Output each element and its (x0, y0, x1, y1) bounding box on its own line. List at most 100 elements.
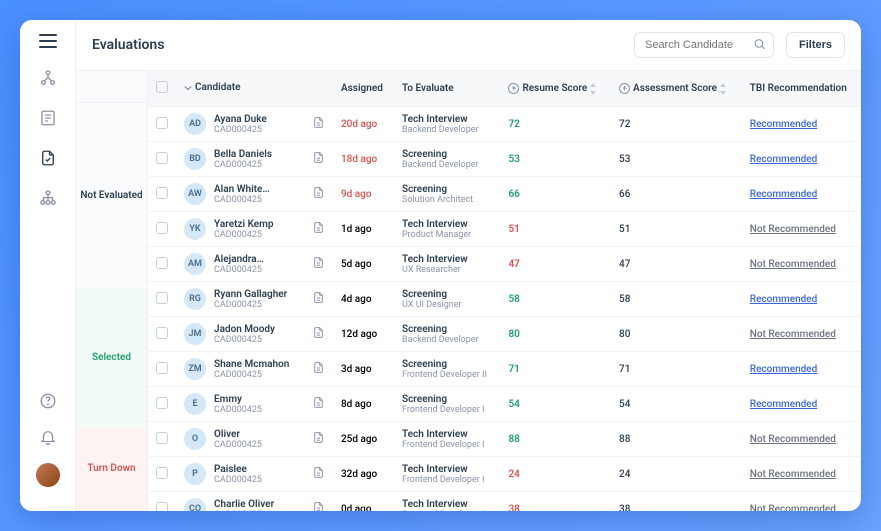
recommendation-link[interactable]: Recommended (750, 364, 818, 375)
evaluation-title: Screening (402, 359, 492, 370)
candidate-avatar: AW (184, 183, 206, 205)
document-icon[interactable] (312, 261, 325, 272)
resume-score: 88 (508, 434, 519, 445)
resume-score: 24 (508, 469, 519, 480)
col-assigned[interactable]: Assigned (333, 71, 394, 107)
recommendation-link[interactable]: Recommended (750, 154, 818, 165)
row-checkbox[interactable] (156, 397, 168, 409)
table-row[interactable]: BDBella DanielsCAD000425 18d ago Screeni… (148, 142, 861, 177)
org-chart-icon[interactable] (38, 188, 58, 208)
resume-score: 58 (508, 294, 519, 305)
document-icon[interactable] (312, 436, 325, 447)
assessment-score: 24 (619, 469, 630, 480)
document-icon[interactable] (312, 401, 325, 412)
candidate-name: Alan White… (214, 184, 270, 195)
table-row[interactable]: ZMShane McmahonCAD000425 3d ago Screenin… (148, 352, 861, 387)
candidate-avatar: O (184, 428, 206, 450)
table-row[interactable]: OOliverCAD000425 25d ago Tech InterviewF… (148, 422, 861, 457)
document-icon[interactable] (312, 121, 325, 132)
document-icon[interactable] (312, 226, 325, 237)
recommendation-link[interactable]: Not Recommended (750, 224, 836, 235)
table-row[interactable]: JMJadon MoodyCAD000425 12d ago Screening… (148, 317, 861, 352)
row-checkbox[interactable] (156, 117, 168, 129)
document-icon[interactable] (312, 156, 325, 167)
table-row[interactable]: AWAlan White…CAD000425 9d ago ScreeningS… (148, 177, 861, 212)
candidate-avatar: E (184, 393, 206, 415)
row-checkbox[interactable] (156, 187, 168, 199)
table-row[interactable]: COCharlie OliverCAD000425 0d ago Tech In… (148, 492, 861, 512)
row-checkbox[interactable] (156, 257, 168, 269)
recommendation-link[interactable]: Recommended (750, 189, 818, 200)
plus-circle-icon[interactable]: + (619, 83, 630, 94)
sort-icon[interactable] (590, 83, 597, 95)
col-assessment-score[interactable]: Assessment Score (633, 83, 717, 94)
sort-icon[interactable] (720, 83, 727, 95)
evaluation-role: Solution Architect (402, 195, 492, 205)
table-row[interactable]: YKYaretzi KempCAD000425 1d ago Tech Inte… (148, 212, 861, 247)
recommendation-link[interactable]: Recommended (750, 119, 818, 130)
document-icon[interactable] (312, 366, 325, 377)
app-window: Evaluations Filters Not Evaluated Select… (20, 20, 861, 511)
document-icon[interactable] (312, 331, 325, 342)
evaluation-role: Frontend Developer II (402, 370, 492, 380)
row-checkbox[interactable] (156, 292, 168, 304)
evaluation-title: Screening (402, 394, 492, 405)
evaluation-role: UX Researcher (402, 265, 492, 275)
row-checkbox[interactable] (156, 327, 168, 339)
candidate-id: CAD000425 (214, 370, 289, 380)
candidate-avatar: CO (184, 498, 206, 511)
recommendation-link[interactable]: Not Recommended (750, 504, 836, 512)
table-row[interactable]: RGRyann GallagherCAD000425 4d ago Screen… (148, 282, 861, 317)
row-checkbox[interactable] (156, 502, 168, 512)
candidate-id: CAD000425 (214, 405, 262, 415)
table-row[interactable]: AMAlejandra…CAD000425 5d ago Tech Interv… (148, 247, 861, 282)
evaluation-title: Screening (402, 149, 492, 160)
candidate-name: Shane Mcmahon (214, 359, 289, 370)
row-checkbox[interactable] (156, 467, 168, 479)
document-icon[interactable] (312, 296, 325, 307)
assigned-time: 18d ago (341, 154, 377, 165)
document-list-icon[interactable] (38, 108, 58, 128)
candidate-avatar: RG (184, 288, 206, 310)
col-tbi[interactable]: TBI Recommendation (742, 71, 861, 107)
table-row[interactable]: ADAyana DukeCAD000425 20d ago Tech Inter… (148, 107, 861, 142)
select-all-checkbox[interactable] (156, 81, 168, 93)
assessment-score: 51 (619, 224, 630, 235)
row-checkbox[interactable] (156, 222, 168, 234)
help-icon[interactable] (38, 391, 58, 411)
candidate-name: Paislee (214, 464, 262, 475)
candidate-id: CAD000425 (214, 125, 267, 135)
filters-button[interactable]: Filters (786, 32, 845, 58)
main-content: Evaluations Filters Not Evaluated Select… (76, 20, 861, 511)
user-avatar[interactable] (36, 463, 60, 487)
search-icon (753, 36, 766, 55)
row-checkbox[interactable] (156, 432, 168, 444)
recommendation-link[interactable]: Recommended (750, 294, 818, 305)
candidate-name: Alejandra… (214, 254, 264, 265)
evaluation-icon[interactable] (38, 148, 58, 168)
table-scroll[interactable]: Candidate Assigned To Evaluate + Resume … (148, 71, 861, 511)
status-selected: Selected (76, 288, 147, 427)
resume-score: 54 (508, 399, 519, 410)
recommendation-link[interactable]: Not Recommended (750, 329, 836, 340)
evaluation-title: Tech Interview (402, 219, 492, 230)
assessment-score: 80 (619, 329, 630, 340)
document-icon[interactable] (312, 471, 325, 482)
bell-icon[interactable] (38, 427, 58, 447)
plus-circle-icon[interactable]: + (508, 83, 519, 94)
document-icon[interactable] (312, 191, 325, 202)
hierarchy-icon[interactable] (38, 68, 58, 88)
row-checkbox[interactable] (156, 362, 168, 374)
recommendation-link[interactable]: Not Recommended (750, 434, 836, 445)
row-checkbox[interactable] (156, 152, 168, 164)
table-row[interactable]: PPaisleeCAD000425 32d ago Tech Interview… (148, 457, 861, 492)
col-candidate[interactable]: Candidate (195, 82, 240, 93)
menu-icon[interactable] (39, 34, 57, 48)
recommendation-link[interactable]: Not Recommended (750, 259, 836, 270)
recommendation-link[interactable]: Not Recommended (750, 469, 836, 480)
col-to-evaluate[interactable]: To Evaluate (394, 71, 500, 107)
table-row[interactable]: EEmmyCAD000425 8d ago ScreeningFrontend … (148, 387, 861, 422)
col-resume-score[interactable]: Resume Score (522, 83, 587, 94)
document-icon[interactable] (312, 506, 325, 511)
recommendation-link[interactable]: Recommended (750, 399, 818, 410)
